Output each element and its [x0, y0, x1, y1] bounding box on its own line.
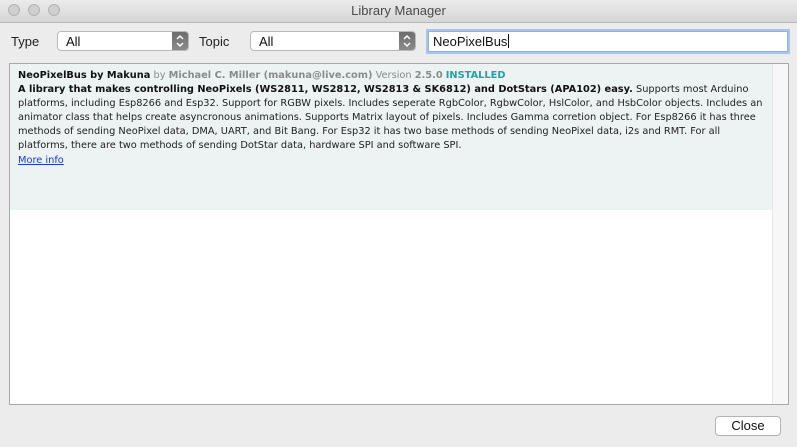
updown-chevron-icon: [399, 32, 415, 50]
topic-select-value: All: [259, 34, 274, 49]
library-version: 2.5.0: [414, 70, 443, 81]
library-version-label: Version: [375, 70, 412, 81]
installed-badge: INSTALLED: [445, 70, 506, 81]
search-input[interactable]: NeoPixelBus: [428, 31, 788, 52]
topic-select[interactable]: All: [250, 31, 416, 51]
type-select[interactable]: All: [57, 31, 189, 51]
type-select-value: All: [66, 34, 81, 49]
title-bar: Library Manager: [0, 0, 797, 23]
library-list[interactable]: NeoPixelBus by Makuna by Michael C. Mill…: [9, 63, 789, 405]
library-entry[interactable]: NeoPixelBus by Makuna by Michael C. Mill…: [10, 64, 773, 210]
close-button[interactable]: Close: [715, 416, 781, 436]
library-by: by: [153, 70, 166, 81]
window-title: Library Manager: [351, 3, 446, 18]
search-input-value: NeoPixelBus: [433, 34, 508, 49]
library-name: NeoPixelBus by Makuna: [18, 70, 151, 81]
more-info-link[interactable]: More info: [18, 154, 765, 168]
library-author: Michael C. Miller (makuna@live.com): [168, 70, 373, 81]
text-caret: [508, 34, 510, 48]
library-summary: A library that makes controlling NeoPixe…: [18, 84, 633, 96]
type-label: Type: [11, 34, 40, 49]
list-scrollbar[interactable]: [772, 64, 788, 404]
updown-chevron-icon: [172, 32, 188, 50]
topic-label: Topic: [199, 34, 230, 49]
